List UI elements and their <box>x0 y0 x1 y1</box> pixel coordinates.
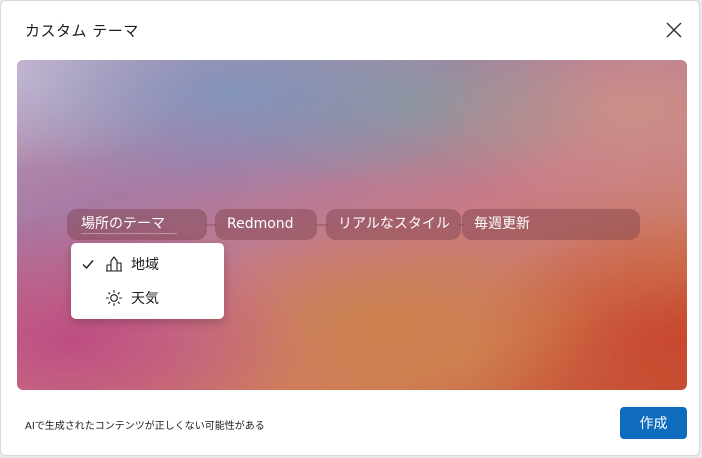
location-theme-label: 場所のテーマ <box>81 216 165 232</box>
style-label: リアルなスタイル <box>338 216 450 232</box>
checkmark-icon <box>71 257 105 271</box>
pill-underline <box>81 233 177 234</box>
update-frequency-pill[interactable]: 毎週更新 <box>462 209 640 240</box>
location-name-pill[interactable]: Redmond <box>215 209 317 240</box>
close-icon <box>666 22 682 38</box>
create-button[interactable]: 作成 <box>620 407 687 439</box>
close-button[interactable] <box>661 17 687 43</box>
sun-icon <box>105 289 123 307</box>
building-icon <box>105 255 123 273</box>
custom-theme-dialog: カスタム テーマ 場所のテーマ Redmond リアルなスタイル 毎週更新 地域… <box>0 0 700 456</box>
menu-item-label: 地域 <box>131 257 159 273</box>
theme-type-dropdown: 地域 天気 <box>71 243 224 319</box>
location-theme-pill[interactable]: 場所のテーマ <box>67 209 207 240</box>
update-frequency-label: 毎週更新 <box>474 216 530 232</box>
location-name-label: Redmond <box>227 216 294 232</box>
ai-disclaimer: AIで生成されたコンテンツが正しくない可能性がある <box>25 421 265 432</box>
dialog-title: カスタム テーマ <box>25 22 139 40</box>
menu-item-region[interactable]: 地域 <box>71 249 224 279</box>
style-pill[interactable]: リアルなスタイル <box>326 209 461 240</box>
menu-item-weather[interactable]: 天気 <box>71 283 224 313</box>
theme-preview: 場所のテーマ Redmond リアルなスタイル 毎週更新 <box>17 60 687 390</box>
menu-item-label: 天気 <box>131 291 159 307</box>
